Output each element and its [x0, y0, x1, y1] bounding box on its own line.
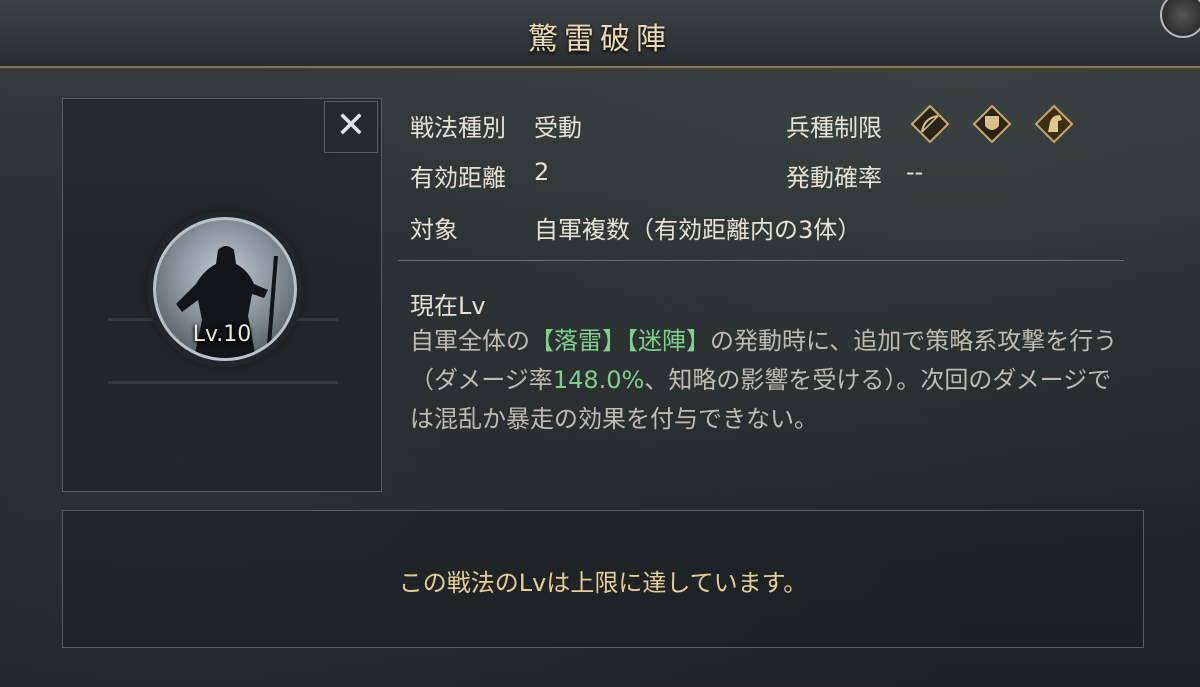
page-title: 驚雷破陣 — [528, 22, 672, 57]
max-level-message: この戦法のLvは上限に達しています。 — [398, 569, 808, 597]
description-heading: 現在Lv — [410, 292, 486, 320]
description-text: 自軍全体の【落雷】【迷陣】の発動時に、追加で策略系攻撃を行う（ダメージ率148.… — [410, 322, 1120, 439]
status-box: この戦法のLvは上限に達しています。 — [62, 510, 1144, 648]
bow-icon[interactable] — [910, 104, 950, 144]
desc-part-1: 自軍全体の — [410, 327, 530, 355]
range-label: 有効距離 — [410, 164, 506, 192]
range-value: 2 — [534, 158, 550, 186]
close-button[interactable]: ✕ — [324, 101, 378, 153]
rate-value: -- — [906, 158, 924, 186]
shield-icon[interactable] — [972, 104, 1012, 144]
type-value: 受動 — [534, 114, 582, 142]
level-label: Lv.10 — [192, 322, 252, 347]
target-value: 自軍複数（有効距離内の3体） — [534, 216, 862, 244]
rate-label: 発動確率 — [786, 164, 882, 192]
target-label: 対象 — [410, 216, 458, 244]
skill-link-rakurai: 【落雷】 — [530, 327, 626, 355]
damage-rate: 148.0% — [552, 366, 645, 394]
title-bar: 驚雷破陣 — [0, 0, 1200, 68]
troop-label: 兵種制限 — [786, 114, 882, 142]
divider — [398, 260, 1124, 261]
skill-link-meijin: 【迷陣】 — [626, 327, 710, 355]
horse-icon[interactable] — [1034, 104, 1074, 144]
type-label: 戦法種別 — [410, 114, 506, 142]
